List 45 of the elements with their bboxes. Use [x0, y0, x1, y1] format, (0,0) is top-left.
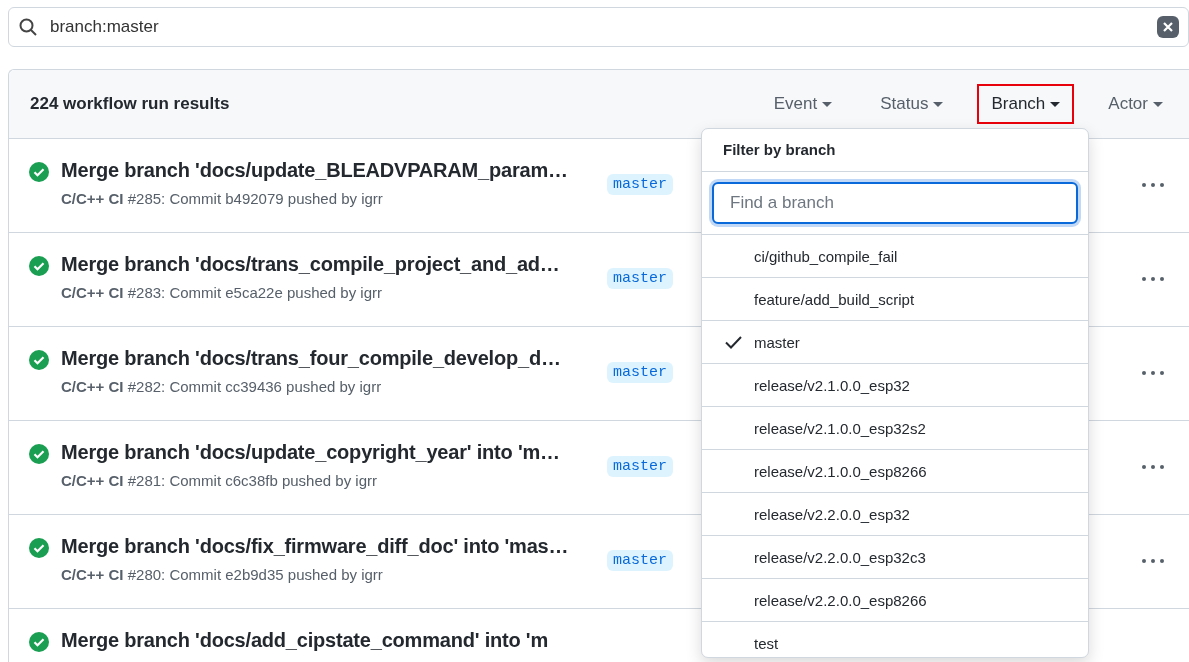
branch-menu-item[interactable]: ci/github_compile_fail [702, 235, 1088, 278]
filter-dropdown[interactable]: Status [866, 84, 958, 124]
branch-menu-item[interactable]: release/v2.2.0.0_esp8266 [702, 579, 1088, 622]
run-title-link[interactable]: Merge branch 'docs/trans_four_compile_develop_d… [61, 347, 601, 370]
filter-dropdown[interactable]: Actor [1094, 84, 1177, 124]
menu-title: Filter by branch [702, 129, 1088, 172]
run-title-link[interactable]: Merge branch 'docs/update_copyright_year' into 'm… [61, 441, 601, 464]
more-icon[interactable] [1141, 464, 1165, 470]
results-count: 224 workflow run results [30, 94, 230, 114]
caret-icon [1153, 101, 1163, 107]
branch-menu-item[interactable]: test [702, 622, 1088, 657]
branch-menu-item[interactable]: master [702, 321, 1088, 364]
caret-icon [933, 101, 944, 107]
caret-icon [1050, 101, 1061, 107]
run-details: C/C++ CI #280: Commit e2b9d35 pushed by igrr [61, 566, 384, 583]
run-title-link[interactable]: Merge branch 'docs/trans_compile_project_and_ad… [61, 253, 601, 276]
run-details: C/C++ CI #281: Commit c6c38fb pushed by igrr [61, 472, 378, 489]
more-icon[interactable] [1141, 182, 1165, 188]
branch-menu-item[interactable]: feature/add_build_script [702, 278, 1088, 321]
search-icon [19, 18, 37, 36]
run-details: C/C++ CI #283: Commit e5ca22e pushed by igrr [61, 284, 383, 301]
run-details: C/C++ CI #285: Commit b492079 pushed by igrr [61, 190, 384, 207]
run-title-link[interactable]: Merge branch 'docs/add_cipstate_command' into 'm [61, 629, 601, 652]
branch-label[interactable]: master [607, 174, 673, 195]
filter-dropdown[interactable]: Event [759, 84, 847, 124]
more-icon[interactable] [1141, 558, 1165, 564]
caret-icon [822, 101, 833, 107]
branch-menu-item[interactable]: release/v2.1.0.0_esp32 [702, 364, 1088, 407]
branch-label[interactable]: master [607, 268, 673, 289]
branch-label[interactable]: master [607, 550, 673, 571]
branch-label[interactable]: master [607, 456, 673, 477]
branch-label[interactable]: master [607, 362, 673, 383]
more-icon[interactable] [1141, 370, 1165, 376]
run-details: C/C++ CI #282: Commit cc39436 pushed by igrr [61, 378, 383, 395]
run-title-link[interactable]: Merge branch 'docs/update_BLEADVPARAM_param… [61, 159, 601, 182]
branch-menu-item[interactable]: release/v2.2.0.0_esp32c3 [702, 536, 1088, 579]
branch-menu-item[interactable]: release/v2.1.0.0_esp32s2 [702, 407, 1088, 450]
run-title-link[interactable]: Merge branch 'docs/fix_firmware_diff_doc' into 'mas… [61, 535, 601, 558]
filter-dropdown[interactable]: Branch [977, 84, 1075, 124]
branch-filter-field[interactable]: Find a branch [712, 182, 1078, 224]
branch-menu-item[interactable]: release/v2.1.0.0_esp8266 [702, 450, 1088, 493]
search-field[interactable]: branch:master [8, 7, 1189, 47]
branch-menu-item[interactable]: release/v2.2.0.0_esp32 [702, 493, 1088, 536]
more-icon[interactable] [1141, 276, 1165, 282]
clear-icon[interactable] [1157, 16, 1179, 38]
